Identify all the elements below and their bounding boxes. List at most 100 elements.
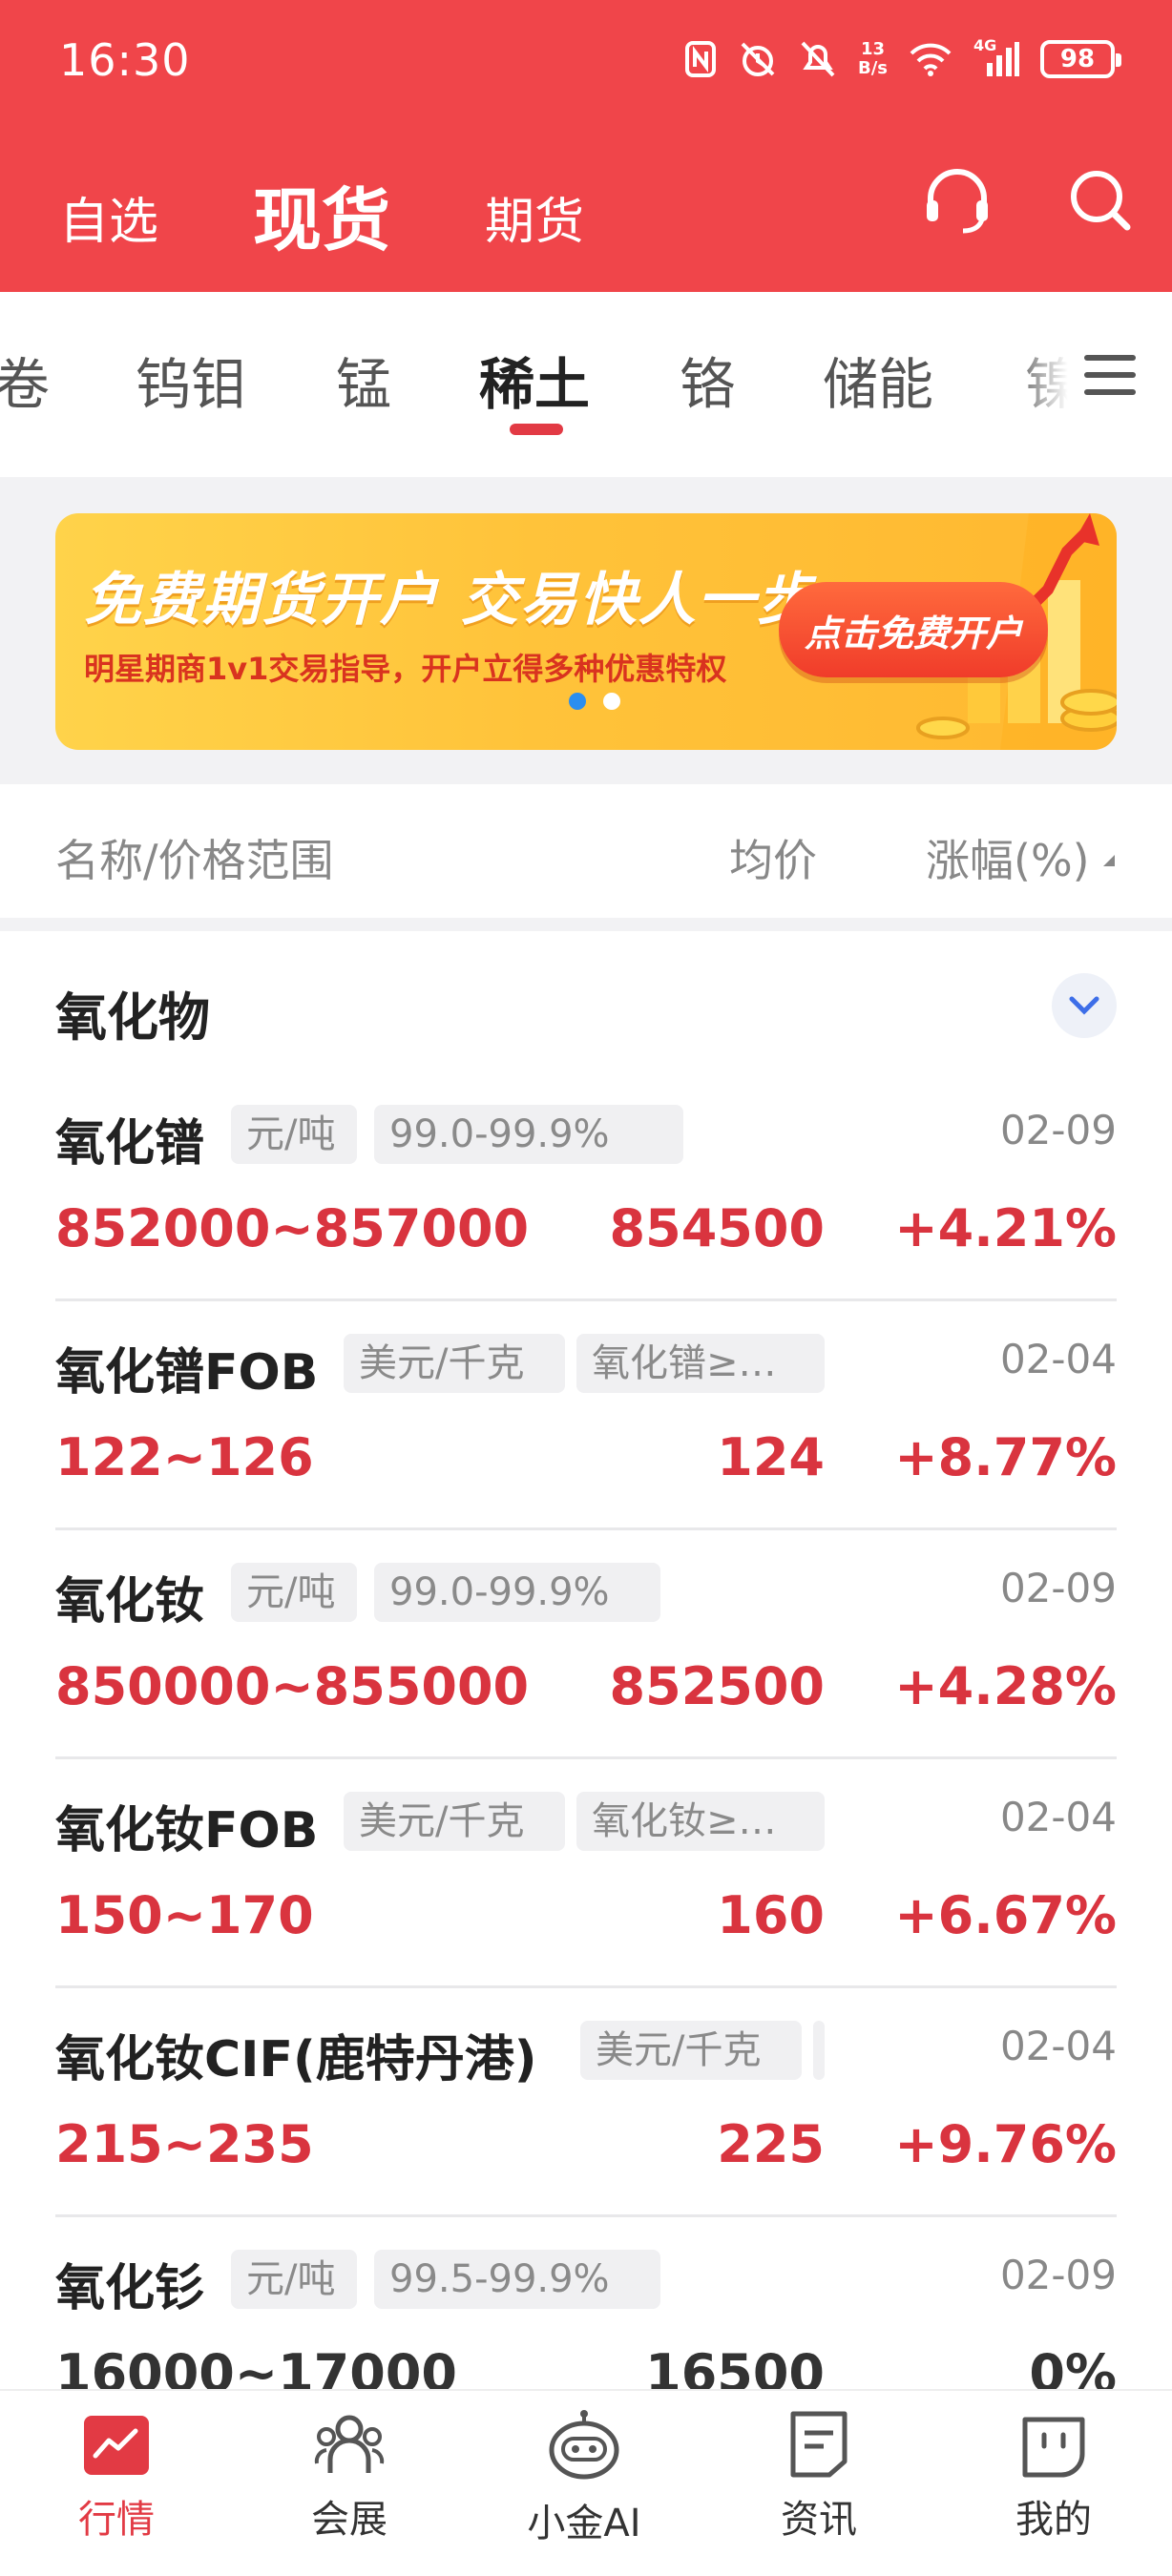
column-avg-price: 均价 (729, 835, 817, 886)
news-doc-icon (790, 2411, 848, 2478)
category-rare-earth[interactable]: 稀土 (479, 340, 590, 420)
nav-label: 行情 (78, 2498, 155, 2542)
carousel-dots (569, 693, 620, 710)
avg-price: 854500 (609, 1198, 825, 1258)
tab-spot[interactable]: 现货 (253, 164, 390, 264)
section-title: 氧化物 (55, 987, 210, 1048)
product-name: 氧化钐 (55, 2260, 205, 2317)
headset-icon[interactable] (921, 164, 994, 237)
price-row[interactable]: 氧化钕CIF(鹿特丹港) 美元/千克 02-04 215~235 225 +9.… (55, 1988, 1117, 2217)
spec-tag: 氧化钕≥… (576, 1792, 825, 1851)
price-date: 02-09 (999, 1565, 1117, 1611)
mute-icon (801, 41, 835, 77)
profile-face-icon (1022, 2417, 1085, 2478)
price-date: 02-04 (999, 2023, 1117, 2069)
price-date: 02-04 (999, 1336, 1117, 1382)
category-energy-storage[interactable]: 储能 (823, 340, 933, 420)
unit-tag: 美元/千克 (344, 1334, 565, 1393)
price-list: 氧化镨 元/吨 99.0-99.9% 02-09 852000~857000 8… (0, 1072, 1172, 2389)
nav-label: 会展 (311, 2498, 387, 2542)
tab-futures[interactable]: 期货 (485, 181, 584, 253)
promo-banner[interactable]: 免费期货开户 交易快人一步 明星期商1v1交易指导，开户立得多种优惠特权 点击免… (55, 513, 1117, 750)
price-range: 850000~855000 (55, 1656, 530, 1716)
net-speed-value: 13 (860, 39, 886, 59)
price-row[interactable]: 氧化钐 元/吨 99.5-99.9% 02-09 16000~17000 165… (55, 2217, 1117, 2389)
carousel-dot[interactable] (569, 693, 586, 710)
price-date: 02-04 (999, 1794, 1117, 1840)
product-name: 氧化镨FOB (55, 1344, 319, 1402)
nav-news[interactable]: 资讯 (723, 2410, 914, 2544)
price-date: 02-09 (999, 1107, 1117, 1153)
category-tabs: 卷 钨钼 锰 稀土 铬 储能 镍 (0, 292, 1172, 477)
avg-price: 852500 (609, 1656, 825, 1716)
price-row[interactable]: 氧化镨FOB 美元/千克 氧化镨≥… 02-04 122~126 124 +8.… (55, 1301, 1117, 1530)
price-range: 852000~857000 (55, 1198, 530, 1258)
status-time: 16:30 (59, 34, 191, 86)
spec-tag: 氧化镨≥… (576, 1334, 825, 1393)
price-row[interactable]: 氧化钕 元/吨 99.0-99.9% 02-09 850000~855000 8… (55, 1530, 1117, 1759)
banner-title: 免费期货开户 交易快人一步 (84, 567, 816, 634)
top-tabs: 自选 现货 期货 (0, 153, 1172, 267)
unit-tag: 元/吨 (231, 1563, 357, 1622)
price-date: 02-09 (999, 2252, 1117, 2298)
price-range: 150~170 (55, 1885, 314, 1945)
avg-price: 16500 (645, 2343, 825, 2389)
hamburger-menu-icon[interactable] (1082, 351, 1138, 399)
carousel-dot[interactable] (603, 693, 620, 710)
network-type: 4G (973, 36, 997, 54)
spec-tag: 99.0-99.9% (374, 1563, 660, 1622)
search-icon[interactable] (1064, 164, 1137, 237)
column-name-range: 名称/价格范围 (55, 835, 334, 886)
category-tungsten-molybdenum[interactable]: 钨钼 (136, 340, 246, 420)
market-chart-icon (84, 2416, 149, 2475)
price-change: +4.21% (894, 1198, 1117, 1258)
signal-icon: 4G (973, 36, 1019, 78)
price-range: 215~235 (55, 2114, 314, 2174)
app-header: 16:30 13 B/s 4G 98 自选 现货 期货 (0, 0, 1172, 292)
price-change: +6.67% (894, 1885, 1117, 1945)
category-chromium[interactable]: 铬 (680, 340, 735, 420)
spec-tag: 99.5-99.9% (374, 2250, 660, 2309)
nav-label: 资讯 (781, 2498, 857, 2542)
unit-tag: 元/吨 (231, 2250, 357, 2309)
section-header-oxides[interactable]: 氧化物 (0, 931, 1172, 1072)
people-icon (314, 2415, 385, 2473)
nav-ai-assistant[interactable]: 小金AI (489, 2410, 680, 2547)
chevron-down-icon (1069, 996, 1099, 1015)
category-coil[interactable]: 卷 (0, 340, 50, 420)
collapse-button[interactable] (1052, 973, 1117, 1038)
battery-icon: 98 (1040, 40, 1121, 78)
bottom-nav: 行情 会展 小金AI 资讯 我的 (0, 2389, 1172, 2576)
price-row[interactable]: 氧化钕FOB 美元/千克 氧化钕≥… 02-04 150~170 160 +6.… (55, 1759, 1117, 1988)
product-name: 氧化钕FOB (55, 1802, 319, 1859)
nfc-icon (684, 41, 716, 77)
spec-tag (813, 2021, 825, 2080)
open-account-button[interactable]: 点击免费开户 (779, 582, 1048, 677)
nav-exhibition[interactable]: 会展 (254, 2410, 445, 2544)
price-change: 0% (1029, 2343, 1117, 2389)
tab-watchlist[interactable]: 自选 (59, 181, 158, 253)
net-speed-unit: B/s (857, 58, 888, 78)
divider (0, 918, 1172, 931)
unit-tag: 元/吨 (231, 1105, 357, 1164)
nav-profile[interactable]: 我的 (958, 2410, 1149, 2544)
net-speed: 13 B/s (858, 40, 888, 78)
price-change: +4.28% (894, 1656, 1117, 1716)
active-tab-indicator (510, 424, 563, 435)
price-change: +9.76% (894, 2114, 1117, 2174)
alarm-icon (741, 42, 775, 76)
column-change-sort[interactable]: 涨幅(%) (926, 826, 1090, 889)
spec-tag: 99.0-99.9% (374, 1105, 683, 1164)
nav-label: 小金AI (527, 2502, 641, 2545)
status-icons: 13 B/s 4G 98 (684, 32, 1121, 86)
avg-price: 160 (717, 1885, 825, 1945)
price-row[interactable]: 氧化镨 元/吨 99.0-99.9% 02-09 852000~857000 8… (55, 1072, 1117, 1301)
robot-icon (549, 2410, 619, 2480)
avg-price: 124 (717, 1427, 825, 1487)
banner-area: 免费期货开户 交易快人一步 明星期商1v1交易指导，开户立得多种优惠特权 点击免… (0, 477, 1172, 784)
nav-market[interactable]: 行情 (21, 2410, 212, 2544)
product-name: 氧化钕CIF(鹿特丹港) (55, 2031, 537, 2088)
banner-subtitle: 明星期商1v1交易指导，开户立得多种优惠特权 (84, 651, 727, 687)
price-range: 16000~17000 (55, 2343, 457, 2389)
category-manganese[interactable]: 锰 (336, 340, 391, 420)
